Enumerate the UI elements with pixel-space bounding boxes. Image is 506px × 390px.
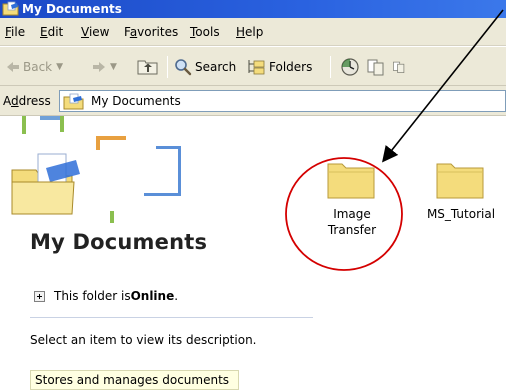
- up-folder-icon: [137, 60, 158, 74]
- menu-help[interactable]: Help: [236, 25, 263, 39]
- menu-bar: File Edit View Favorites Tools Help: [0, 18, 506, 46]
- expand-plus-icon[interactable]: [34, 290, 45, 302]
- toolbar: Back ▼ ▼ Search Folders: [0, 46, 506, 86]
- history-button[interactable]: [340, 47, 360, 86]
- folder-ms-tutorial[interactable]: MS_Tutorial: [416, 158, 506, 222]
- folder-label: Image Transfer: [327, 207, 377, 237]
- forward-button[interactable]: ▼: [92, 47, 117, 86]
- folders-icon: [248, 59, 265, 74]
- window-title: My Documents: [22, 2, 122, 16]
- task-pane: My Documents This folder is Online. Sele…: [0, 116, 320, 390]
- forward-arrow-icon: [93, 61, 105, 72]
- address-bar: Address My Documents: [0, 86, 506, 116]
- history-clock-icon: [341, 57, 359, 76]
- address-label: Address: [3, 94, 51, 108]
- back-button[interactable]: Back ▼: [6, 47, 63, 86]
- move-to-icon: [367, 59, 384, 75]
- folder-icon: [327, 163, 375, 199]
- copy-to-icon: [393, 61, 405, 73]
- folders-button[interactable]: Folders: [248, 47, 312, 86]
- search-button[interactable]: Search: [174, 47, 236, 86]
- my-documents-banner-art: [11, 116, 181, 223]
- folder-label: MS_Tutorial: [426, 207, 496, 221]
- description-tooltip: Stores and manages documents: [30, 370, 239, 390]
- chevron-down-icon[interactable]: ▼: [110, 62, 117, 72]
- folder-icon: [436, 163, 484, 199]
- description-prompt: Select an item to view its description.: [30, 333, 257, 347]
- menu-file[interactable]: File: [5, 25, 25, 39]
- chevron-down-icon[interactable]: ▼: [56, 62, 63, 72]
- my-documents-folder-icon: [2, 1, 19, 16]
- title-bar[interactable]: My Documents: [0, 0, 506, 18]
- pane-heading: My Documents: [30, 230, 208, 254]
- up-folder-button[interactable]: [137, 47, 159, 86]
- address-value: My Documents: [91, 94, 181, 108]
- menu-tools[interactable]: Tools: [190, 25, 220, 39]
- folder-image-transfer[interactable]: Image Transfer: [307, 158, 397, 238]
- address-field[interactable]: My Documents: [59, 90, 506, 112]
- back-arrow-icon: [7, 61, 19, 72]
- move-to-button[interactable]: [366, 47, 386, 86]
- menu-view[interactable]: View: [81, 25, 109, 39]
- menu-favorites[interactable]: Favorites: [124, 25, 178, 39]
- menu-edit[interactable]: Edit: [40, 25, 63, 39]
- divider: [30, 317, 313, 318]
- search-icon: [175, 58, 192, 75]
- folder-status: This folder is Online.: [34, 289, 178, 303]
- copy-to-button[interactable]: [392, 47, 406, 86]
- my-documents-folder-icon: [63, 93, 84, 110]
